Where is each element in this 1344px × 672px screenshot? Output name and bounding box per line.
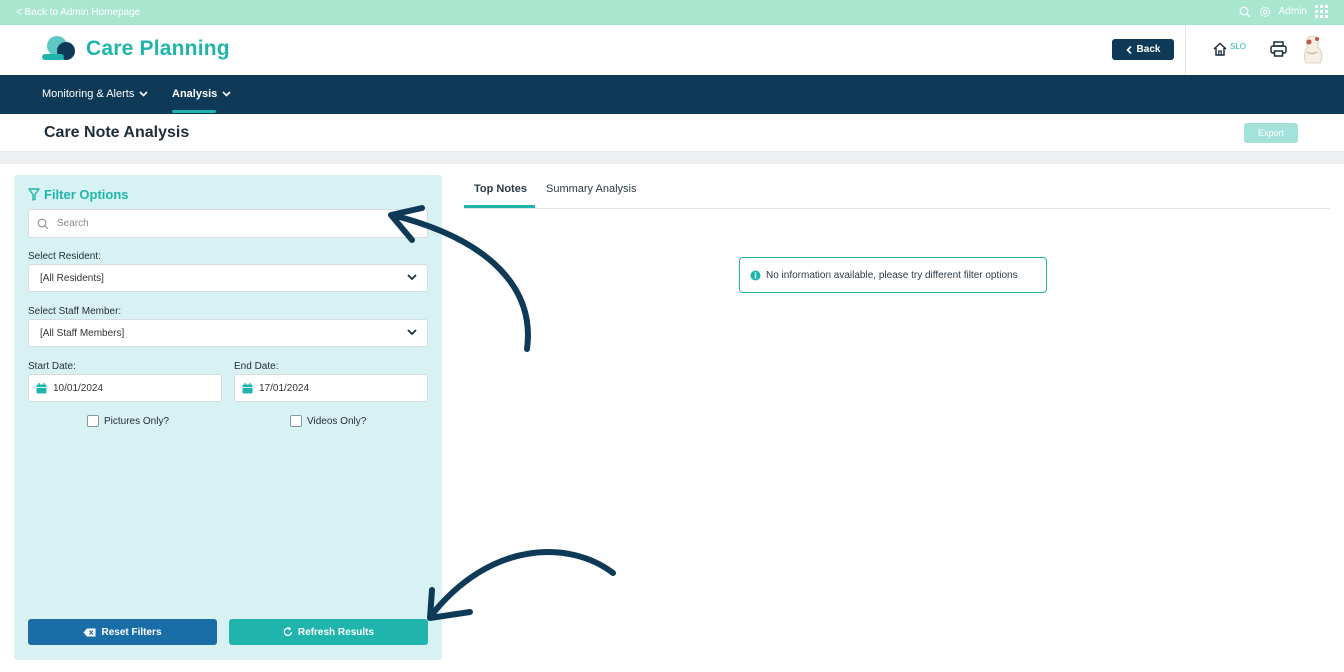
end-date-field[interactable]: 17/01/2024 [234,374,428,402]
no-results-text: No information available, please try dif… [766,269,1018,281]
top-utility-bar: < Back to Admin Homepage Admin [0,0,1344,25]
resident-select-value: [All Residents] [40,272,104,284]
chevron-down-icon [139,91,148,97]
header-divider [1185,25,1186,75]
staff-label: Select Staff Member: [28,306,122,317]
videos-only-label: Videos Only? [307,415,367,427]
end-date-label: End Date: [234,361,279,372]
chevron-down-icon [407,329,417,336]
calendar-icon [36,382,47,393]
videos-only-checkbox[interactable]: Videos Only? [290,415,366,427]
brand-name: Care Planning [86,37,230,60]
resident-label: Select Resident: [28,251,101,262]
nav-monitoring-alerts[interactable]: Monitoring & Alerts [42,88,148,100]
no-results-notice: No information available, please try dif… [739,257,1047,293]
filter-panel: Filter Options Select Resident: [All Res… [14,175,442,660]
checkbox-box[interactable] [290,415,302,427]
start-date-field[interactable]: 10/01/2024 [28,374,222,402]
print-icon[interactable] [1270,41,1287,57]
app-logo[interactable]: Care Planning [42,34,230,64]
user-avatar[interactable] [1298,33,1326,65]
pictures-only-checkbox[interactable]: Pictures Only? [87,415,169,427]
search-icon[interactable] [1239,6,1251,18]
nav-item-label: Monitoring & Alerts [42,88,135,100]
refresh-results-button[interactable]: Refresh Results [229,619,428,645]
staff-select[interactable]: [All Staff Members] [28,319,428,347]
checkbox-box[interactable] [87,415,99,427]
staff-select-value: [All Staff Members] [40,327,125,339]
filter-icon [28,188,40,201]
calendar-icon [242,382,253,393]
search-input[interactable] [57,218,397,229]
gear-icon[interactable] [1259,6,1271,18]
back-button[interactable]: Back [1112,39,1174,60]
info-icon [750,270,761,280]
start-date-value: 10/01/2024 [53,382,104,394]
reset-filters-label: Reset Filters [101,626,162,638]
tab-top-notes[interactable]: Top Notes [474,183,527,195]
tab-active-indicator [464,205,535,208]
pictures-only-label: Pictures Only? [104,415,170,427]
main-nav: Monitoring & Alerts Analysis [0,75,1344,114]
arrow-to-refresh [427,549,616,621]
home-icon [1213,42,1227,56]
refresh-results-label: Refresh Results [297,626,375,638]
tab-summary-analysis[interactable]: Summary Analysis [546,183,636,195]
refresh-icon [283,627,293,637]
chevron-left-icon [1125,45,1132,54]
home-badge: SLO [1230,42,1247,51]
chevron-down-icon [222,91,231,97]
apps-grid-icon[interactable] [1315,5,1328,18]
section-divider-band [0,152,1344,164]
home-button[interactable]: SLO [1212,41,1246,57]
page-title-bar: Care Note Analysis Export [0,114,1344,152]
nav-analysis[interactable]: Analysis [172,88,231,100]
care-planning-logo-icon [42,36,75,60]
reset-filters-button[interactable]: Reset Filters [28,619,217,645]
nav-item-label: Analysis [172,88,218,100]
filter-title: Filter Options [28,187,129,202]
eraser-icon [83,628,96,636]
app-header: Care Planning Back SLO [0,25,1344,75]
end-date-value: 17/01/2024 [259,382,310,394]
back-to-admin-link[interactable]: < Back to Admin Homepage [16,7,140,18]
page-title: Care Note Analysis [44,124,190,141]
chevron-down-icon [407,274,417,281]
admin-label[interactable]: Admin [1279,6,1307,17]
search-box [28,209,428,238]
export-button[interactable]: Export [1244,123,1298,143]
start-date-label: Start Date: [28,361,76,372]
search-icon [37,218,49,229]
results-tabs: Top Notes Summary Analysis [464,175,1330,209]
topbar-right: Admin [1239,5,1328,18]
filter-title-text: Filter Options [44,187,129,202]
nav-active-indicator [172,110,216,113]
back-button-label: Back [1136,44,1161,55]
resident-select[interactable]: [All Residents] [28,264,428,292]
